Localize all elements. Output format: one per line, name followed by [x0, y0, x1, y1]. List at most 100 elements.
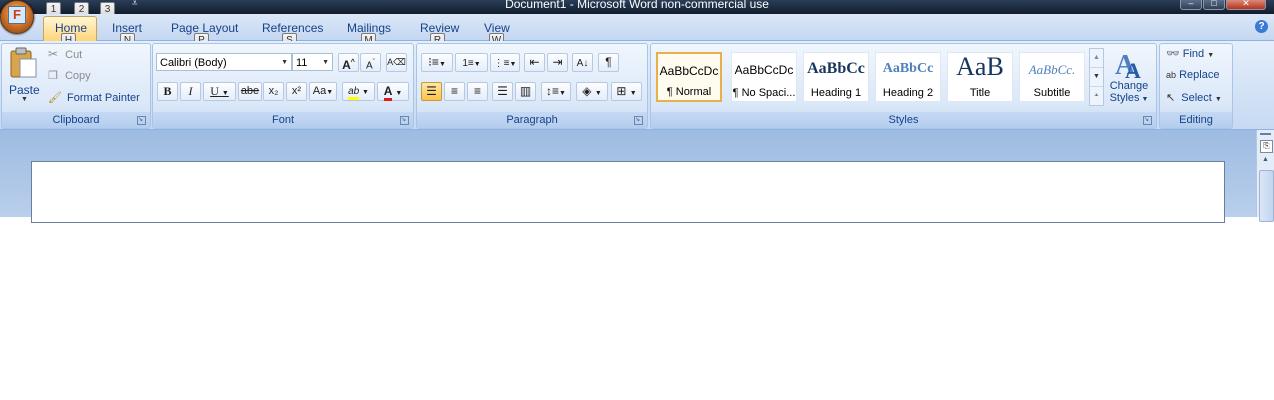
- change-case-button[interactable]: Aa▼: [309, 82, 337, 101]
- style-name: Heading 2: [882, 87, 934, 99]
- vertical-scrollbar[interactable]: ⎘ ▲: [1256, 130, 1274, 222]
- editing-caption: Editing: [1160, 112, 1232, 128]
- clipboard-launcher-icon[interactable]: ↘: [137, 116, 146, 125]
- chevron-down-icon: ▼: [395, 90, 403, 97]
- paste-dropdown-icon[interactable]: ▼: [21, 96, 28, 103]
- line-spacing-button[interactable]: ↕≡▼: [541, 82, 571, 101]
- view-ruler-icon[interactable]: ⎘: [1260, 140, 1273, 153]
- maximize-icon: □: [1211, 0, 1217, 8]
- paragraph-caption: Paragraph: [417, 112, 647, 128]
- find-button[interactable]: 👓 Find ▼: [1166, 47, 1214, 60]
- paragraph-launcher-icon[interactable]: ↘: [634, 116, 643, 125]
- qat-customize-icon[interactable]: ⩡: [132, 0, 138, 9]
- shrink-font-button[interactable]: Aˇ: [360, 53, 381, 72]
- office-button[interactable]: F: [0, 0, 34, 34]
- font-size-value: 11: [296, 57, 308, 69]
- multilevel-list-icon: ⋮≡: [493, 58, 510, 69]
- highlight-button[interactable]: ab ▼: [342, 82, 375, 101]
- multilevel-list-button[interactable]: ⋮≡▼: [490, 53, 520, 72]
- scroll-up-icon[interactable]: ▲: [1090, 49, 1103, 67]
- scroll-up-icon[interactable]: ▲: [1260, 156, 1271, 168]
- shading-icon: ◈: [582, 84, 592, 98]
- help-icon[interactable]: ?: [1255, 20, 1268, 33]
- font-launcher-icon[interactable]: ↘: [400, 116, 409, 125]
- underline-icon: U: [210, 84, 219, 98]
- bold-icon: B: [163, 84, 172, 98]
- pilcrow-icon: ¶: [605, 55, 612, 69]
- replace-icon: ab: [1166, 70, 1177, 80]
- more-styles-icon[interactable]: ⩡: [1090, 86, 1103, 105]
- grow-font-button[interactable]: A^: [338, 53, 359, 72]
- chevron-down-icon: ▼: [559, 90, 566, 97]
- style-normal[interactable]: AaBbCcDc ¶ Normal: [656, 52, 722, 102]
- replace-button[interactable]: ab Replace: [1166, 69, 1219, 81]
- borders-button[interactable]: ⊞ ▼: [611, 82, 642, 101]
- distributed-icon: ▥: [519, 84, 532, 98]
- scrollbar-thumb[interactable]: [1259, 170, 1274, 222]
- close-icon: ✕: [1242, 0, 1250, 8]
- bold-button[interactable]: B: [157, 82, 178, 101]
- shading-button[interactable]: ◈ ▼: [576, 82, 608, 101]
- chevron-down-icon: ▼: [221, 89, 229, 97]
- grow-font-icon: A: [342, 58, 351, 72]
- copy-button[interactable]: ❐ Copy: [48, 69, 91, 82]
- align-left-button[interactable]: ☰: [421, 82, 442, 101]
- distributed-button[interactable]: ▥: [515, 82, 536, 101]
- style-subtitle[interactable]: AaBbCc. Subtitle: [1019, 52, 1085, 102]
- subscript-button[interactable]: x₂: [263, 82, 284, 101]
- decrease-indent-button[interactable]: ⇤: [524, 53, 545, 72]
- italic-icon: I: [188, 84, 193, 98]
- underline-button[interactable]: U ▼: [203, 82, 236, 101]
- ruler-toggle-icon[interactable]: [1260, 133, 1271, 135]
- minimize-button[interactable]: –: [1180, 0, 1202, 10]
- sort-button[interactable]: A↓: [572, 53, 593, 72]
- replace-label: Replace: [1179, 69, 1220, 81]
- show-marks-button[interactable]: ¶: [598, 53, 619, 72]
- align-right-button[interactable]: ≡: [467, 82, 488, 101]
- select-label: Select: [1181, 92, 1212, 104]
- italic-button[interactable]: I: [180, 82, 201, 101]
- style-heading-1[interactable]: AaBbCc Heading 1: [803, 52, 869, 102]
- clipboard-caption: Clipboard: [2, 112, 150, 128]
- close-button[interactable]: ✕: [1226, 0, 1266, 10]
- subscript-icon: x₂: [268, 85, 279, 97]
- cut-button[interactable]: ✂ Cut: [48, 47, 82, 61]
- office-button-keytip: F: [8, 6, 26, 24]
- styles-gallery-scroller: ▲ ▼ ⩡: [1089, 48, 1104, 106]
- increase-indent-button[interactable]: ⇥: [547, 53, 568, 72]
- sort-icon: A↓: [576, 58, 589, 69]
- clear-formatting-button[interactable]: A⌫: [386, 53, 407, 72]
- style-name: ¶ No Spaci...: [732, 87, 796, 99]
- style-heading-2[interactable]: AaBbCc Heading 2: [875, 52, 941, 102]
- font-color-button[interactable]: A ▼: [377, 82, 409, 101]
- numbering-button[interactable]: 1≡▼: [455, 53, 488, 72]
- style-name: Subtitle: [1033, 87, 1071, 99]
- style-preview: AaBbCcDc: [734, 63, 794, 77]
- align-right-icon: ≡: [473, 84, 481, 98]
- change-styles-label-2: Styles: [1109, 92, 1140, 104]
- select-button[interactable]: ↖ Select ▼: [1166, 91, 1222, 104]
- superscript-icon: x²: [291, 85, 302, 97]
- style-preview: AaBbCc: [807, 60, 865, 77]
- format-painter-button[interactable]: 🖌 Format Painter: [48, 91, 140, 104]
- chevron-down-icon: ▼: [1214, 96, 1222, 103]
- align-center-button[interactable]: ≡: [444, 82, 465, 101]
- line-spacing-icon: ↕≡: [546, 84, 560, 98]
- minimize-icon: –: [1188, 0, 1194, 8]
- format-painter-icon: 🖌: [48, 92, 62, 104]
- superscript-button[interactable]: x²: [286, 82, 307, 101]
- align-center-icon: ≡: [450, 84, 458, 98]
- style-title[interactable]: AaB Title: [947, 52, 1013, 102]
- document-page[interactable]: [31, 161, 1225, 223]
- styles-launcher-icon[interactable]: ↘: [1143, 116, 1152, 125]
- font-name-combo[interactable]: Calibri (Body) ▼: [156, 53, 292, 71]
- scroll-down-icon[interactable]: ▼: [1090, 67, 1103, 86]
- change-styles-button[interactable]: A A Change Styles ▼: [1106, 46, 1152, 108]
- strikethrough-button[interactable]: abe: [238, 82, 262, 101]
- font-size-combo[interactable]: 11 ▼: [292, 53, 333, 71]
- bullets-button[interactable]: ⁝≡▼: [421, 53, 453, 72]
- style-no-spacing[interactable]: AaBbCcDc ¶ No Spaci...: [731, 52, 797, 102]
- maximize-button[interactable]: □: [1203, 0, 1225, 10]
- paste-button[interactable]: Paste ▼: [6, 46, 40, 104]
- justify-button[interactable]: ☰: [492, 82, 513, 101]
